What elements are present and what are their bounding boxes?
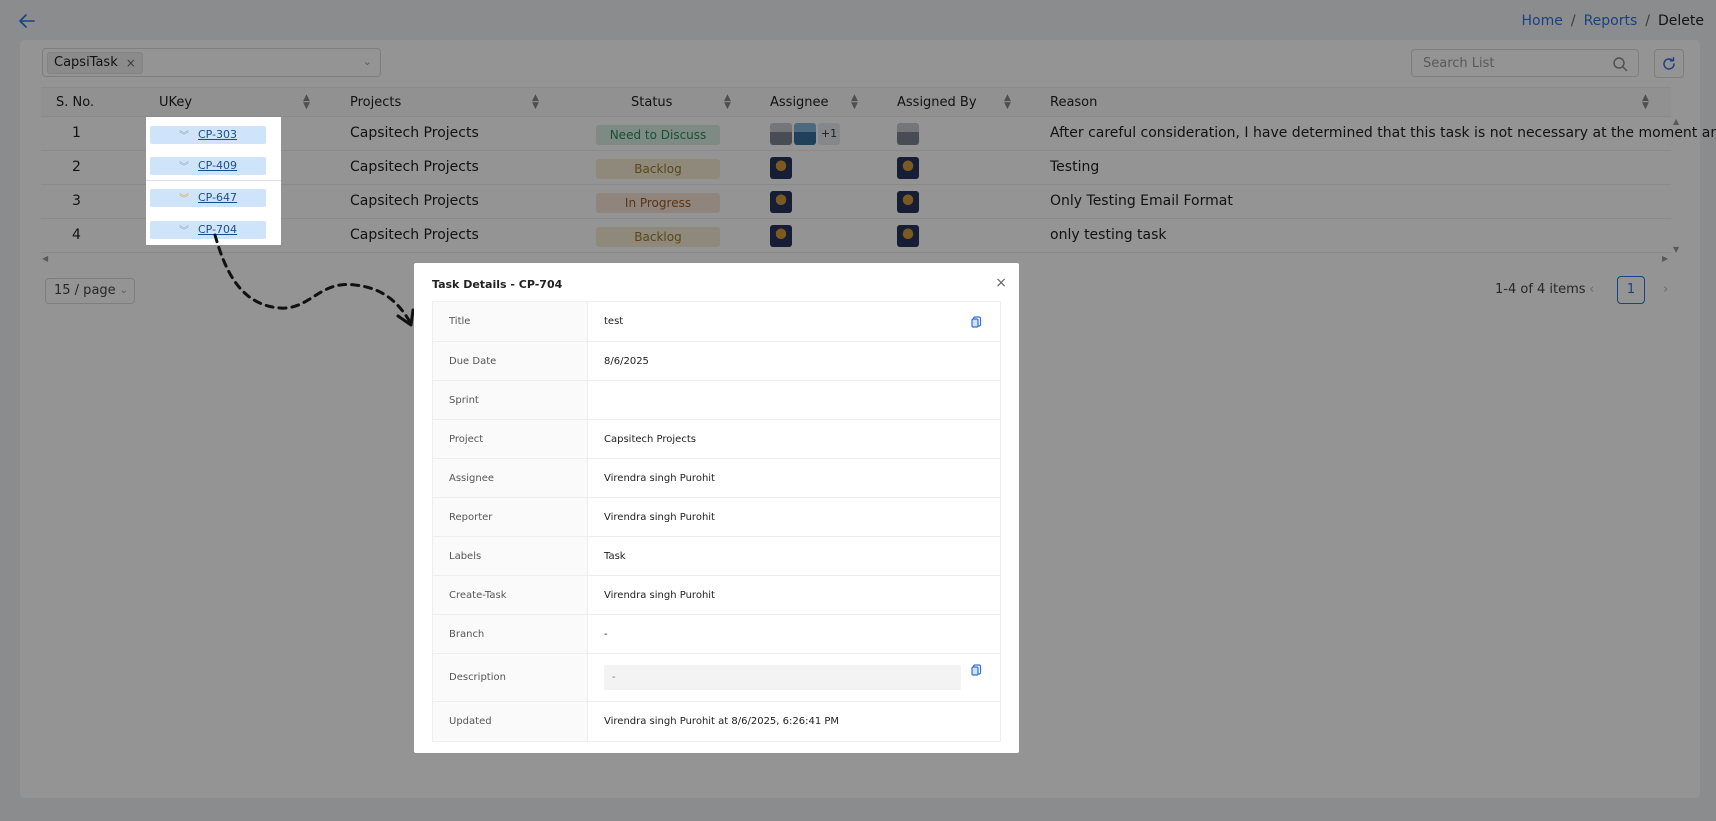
detail-label: Branch (433, 615, 588, 653)
copy-icon[interactable] (971, 664, 982, 677)
detail-value: - (604, 628, 608, 640)
divider (146, 180, 281, 181)
detail-value: Capsitech Projects (604, 433, 696, 445)
detail-value: Task (604, 550, 626, 562)
detail-row-updated: Updated Virendra singh Purohit at 8/6/20… (433, 702, 1000, 741)
detail-row-sprint: Sprint (433, 381, 1000, 420)
detail-row-title: Title test (433, 302, 1000, 342)
detail-row-project: Project Capsitech Projects (433, 420, 1000, 459)
detail-label: Sprint (433, 381, 588, 419)
chevron-down-icon: ︾ (179, 194, 189, 205)
chevron-down-icon: ︾ (179, 131, 189, 142)
copy-icon[interactable] (971, 315, 982, 328)
task-details-modal: Task Details - CP-704 × Title test Due D… (414, 263, 1019, 753)
detail-row-description: Description - (433, 654, 1000, 702)
ukey-link-row[interactable]: ︾ CP-409 (150, 157, 266, 175)
chevron-down-icon: ︾ (179, 162, 189, 173)
detail-row-due-date: Due Date 8/6/2025 (433, 342, 1000, 381)
detail-row-assignee: Assignee Virendra singh Purohit (433, 459, 1000, 498)
detail-value: 8/6/2025 (604, 355, 649, 367)
detail-label: Updated (433, 702, 588, 741)
detail-label: Labels (433, 537, 588, 575)
detail-value (588, 381, 1000, 419)
detail-label: Reporter (433, 498, 588, 536)
detail-value: Virendra singh Purohit (604, 511, 715, 523)
detail-row-branch: Branch - (433, 615, 1000, 654)
detail-row-labels: Labels Task (433, 537, 1000, 576)
detail-label: Description (433, 654, 588, 701)
pointer-arrow-icon (213, 233, 415, 327)
detail-label: Create-Task (433, 576, 588, 614)
ukey-link-row[interactable]: ︾ CP-303 (150, 126, 266, 144)
detail-label: Due Date (433, 342, 588, 380)
detail-value: Virendra singh Purohit at 8/6/2025, 6:26… (604, 716, 840, 727)
ukey-link[interactable]: CP-647 (198, 191, 237, 204)
detail-label: Title (433, 302, 588, 341)
close-icon[interactable]: × (995, 275, 1007, 291)
detail-value: Virendra singh Purohit (604, 589, 715, 601)
modal-title: Task Details - CP-704 (432, 278, 563, 291)
detail-label: Project (433, 420, 588, 458)
detail-row-reporter: Reporter Virendra singh Purohit (433, 498, 1000, 537)
chevron-down-icon: ︾ (179, 226, 189, 237)
ukey-highlight: ︾ CP-303 ︾ CP-409 ︾ CP-647 ︾ CP-704 (146, 117, 281, 245)
ukey-link-row[interactable]: ︾ CP-647 (150, 189, 266, 207)
detail-label: Assignee (433, 459, 588, 497)
detail-row-create-task: Create-Task Virendra singh Purohit (433, 576, 1000, 615)
detail-value: test (588, 302, 1000, 341)
ukey-link[interactable]: CP-303 (198, 128, 237, 141)
detail-value: - (588, 654, 1000, 701)
ukey-link[interactable]: CP-409 (198, 159, 237, 172)
description-box: - (604, 665, 961, 690)
detail-value: Virendra singh Purohit (604, 472, 715, 484)
task-details-table: Title test Due Date 8/6/2025 Sprint Proj… (432, 301, 1001, 742)
detail-value-text: test (604, 316, 624, 327)
